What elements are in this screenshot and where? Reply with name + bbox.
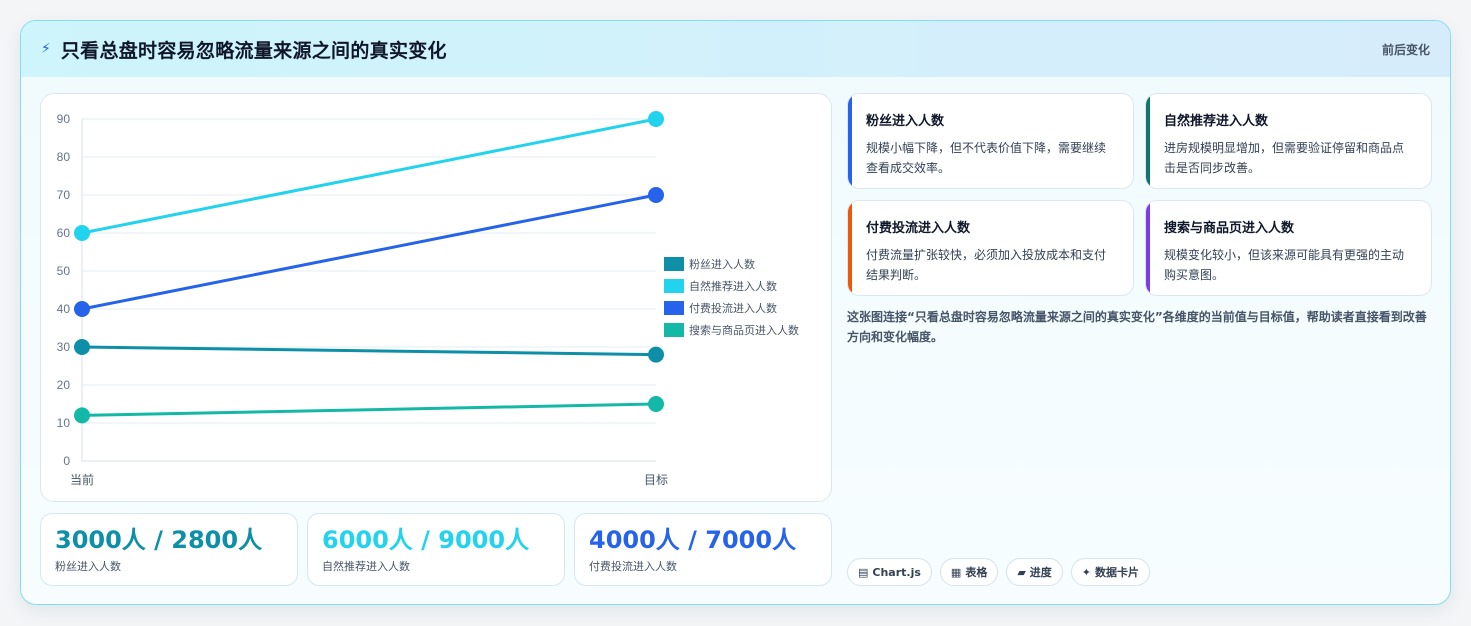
legend-swatch — [664, 323, 684, 337]
tag-data-card[interactable]: ✦ 数据卡片 — [1070, 558, 1151, 586]
stat-label: 粉丝进入人数 — [55, 560, 121, 573]
progress-icon: ▰ — [1017, 565, 1026, 579]
tag-table[interactable]: ▦ 表格 — [939, 558, 999, 586]
series-line — [81, 402, 657, 417]
chart-icon: ▤ — [858, 565, 869, 579]
stat-cards: 3000人 / 2800人 粉丝进入人数 6000人 / 9000人 自然推荐进… — [40, 513, 832, 586]
chart-canvas: 0 10 20 30 40 50 60 70 80 90 当前 目标 粉丝进入人数自然推荐进入人数付费投… — [57, 111, 799, 487]
header-left: ⚡ 只看总盘时容易忽略流量来源之间的真实变化 — [41, 36, 447, 63]
tag-label: 表格 — [965, 566, 988, 579]
data-point — [74, 339, 90, 355]
legend-label: 付费投流进入人数 — [689, 301, 777, 315]
stat-value: 4000人 / 7000人 — [589, 526, 797, 554]
y-tick-label: 90 — [57, 112, 71, 126]
insight-card-natural: 自然推荐进入人数 进房规模明显增加，但需要验证停留和商品点击是否同步改善。 — [1145, 93, 1432, 189]
y-tick-label: 0 — [63, 454, 70, 468]
legend-swatch — [664, 279, 684, 293]
y-tick-label: 30 — [57, 340, 71, 354]
tag-progress[interactable]: ▰ 进度 — [1006, 558, 1063, 586]
series-line — [81, 345, 657, 357]
insight-title: 自然推荐进入人数 — [1164, 114, 1269, 129]
stat-value: 3000人 / 2800人 — [55, 526, 263, 554]
page-title: 只看总盘时容易忽略流量来源之间的真实变化 — [60, 39, 447, 62]
insight-text: 进房规模明显增加，但需要验证停留和商品点击是否同步改善。 — [1164, 141, 1405, 175]
y-tick-label: 20 — [57, 378, 71, 392]
stat-value: 6000人 / 9000人 — [322, 526, 530, 554]
insight-text: 付费流量扩张较快，必须加入投放成本和支付结果判断。 — [866, 248, 1107, 282]
y-tick-label: 40 — [57, 302, 71, 316]
insight-title: 粉丝进入人数 — [866, 114, 945, 129]
legend-swatch — [664, 301, 684, 315]
insight-card-paid: 付费投流进入人数 付费流量扩张较快，必须加入投放成本和支付结果判断。 — [847, 200, 1134, 296]
y-tick-label: 80 — [57, 150, 71, 164]
stat-label: 付费投流进入人数 — [589, 560, 677, 573]
insight-text: 规模小幅下降，但不代表价值下降，需要继续查看成交效率。 — [866, 141, 1107, 175]
main-card: ⚡ 只看总盘时容易忽略流量来源之间的真实变化 前后变化 0 10 20 30 40 50 6… — [20, 20, 1451, 605]
stat-card-natural: 6000人 / 9000人 自然推荐进入人数 — [307, 513, 565, 586]
series-line — [81, 117, 657, 235]
x-tick-label: 当前 — [70, 472, 94, 487]
insight-title: 付费投流进入人数 — [866, 221, 971, 236]
legend-label: 自然推荐进入人数 — [689, 279, 777, 293]
tag-label: 进度 — [1029, 566, 1052, 579]
y-tick-label: 60 — [57, 226, 71, 240]
series-line — [81, 193, 657, 311]
legend-swatch — [664, 257, 684, 271]
insight-card-search: 搜索与商品页进入人数 规模变化较小，但该来源可能具有更强的主动购买意图。 — [1145, 200, 1432, 296]
line-chart: 0 10 20 30 40 50 60 70 80 90 当前 目标 粉丝进入人数自然推荐进入人数 付费投… — [40, 93, 832, 502]
legend-label: 粉丝进入人数 — [689, 258, 755, 271]
x-tick-label: 目标 — [644, 473, 668, 487]
insight-text: 规模变化较小，但该来源可能具有更强的主动购买意图。 — [1164, 248, 1405, 282]
y-tick-label: 10 — [57, 416, 71, 430]
data-point — [74, 407, 90, 424]
y-tick-label: 70 — [57, 188, 71, 202]
stat-card-paid: 4000人 / 7000人 付费投流进入人数 — [574, 513, 832, 586]
sparkle-icon: ✦ — [1081, 565, 1092, 579]
stat-label: 自然推荐进入人数 — [322, 560, 410, 573]
tag-list: ▤ Chart.js ▦ 表格 ▰ 进度 ✦ 数据卡片 — [847, 558, 1151, 586]
data-point — [74, 301, 90, 317]
data-point — [648, 111, 664, 127]
tag-chartjs[interactable]: ▤ Chart.js — [847, 558, 932, 586]
insight-title: 搜索与商品页进入人数 — [1164, 221, 1295, 236]
tag-label: 数据卡片 — [1095, 566, 1140, 579]
data-point — [74, 225, 90, 241]
tag-label: Chart.js — [872, 565, 921, 579]
stat-card-fans: 3000人 / 2800人 粉丝进入人数 — [40, 513, 298, 586]
data-point — [648, 346, 664, 363]
table-icon: ▦ — [950, 565, 962, 579]
header-right-label: 前后变化 — [1381, 42, 1430, 57]
data-point — [648, 187, 664, 203]
insight-card-fans: 粉丝进入人数 规模小幅下降，但不代表价值下降，需要继续查看成交效率。 — [847, 93, 1134, 189]
legend-label: 搜索与商品页进入人数 — [689, 323, 799, 337]
card-header: ⚡ 只看总盘时容易忽略流量来源之间的真实变化 前后变化 — [21, 21, 1450, 77]
bolt-icon: ⚡ — [41, 41, 51, 57]
data-point — [648, 396, 664, 412]
chart-description: 这张图连接“只看总盘时容易忽略流量来源之间的真实变化”各维度的当前值与目标值，帮… — [847, 310, 1427, 344]
y-tick-label: 50 — [57, 264, 71, 278]
